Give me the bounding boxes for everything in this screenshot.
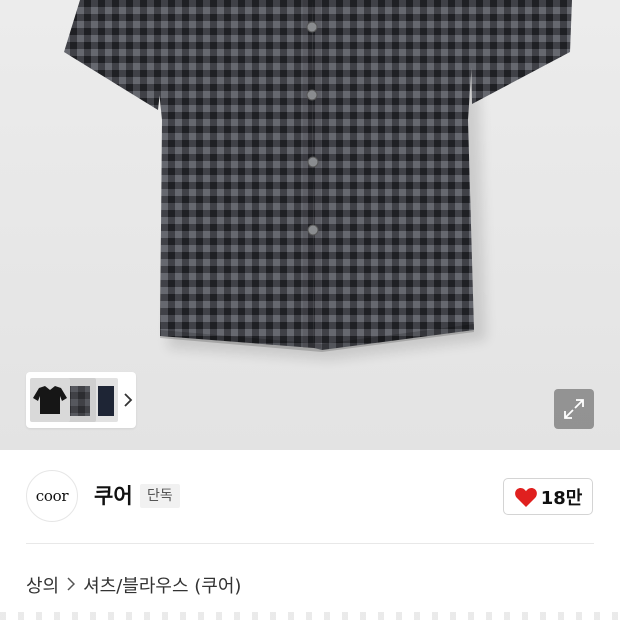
chevron-right-icon <box>67 576 76 595</box>
thumbnail-black-shirt[interactable] <box>30 378 70 422</box>
breadcrumb-item-tops[interactable]: 상의 <box>26 572 59 598</box>
like-count: 18만 <box>540 487 583 509</box>
color-thumbnails[interactable] <box>26 372 136 428</box>
brand-logo[interactable]: coor <box>26 470 78 522</box>
heart-icon <box>514 487 537 507</box>
cutoff-text-row <box>0 612 620 620</box>
exclusive-badge: 단독 <box>140 484 180 508</box>
brand-name[interactable]: 쿠어 <box>94 482 133 510</box>
expand-icon <box>564 399 584 419</box>
product-image[interactable] <box>0 0 620 450</box>
brand-logo-text: coor <box>35 487 69 505</box>
divider <box>26 543 594 544</box>
breadcrumb: 상의 셔츠/블라우스 (쿠어) <box>26 571 241 599</box>
breadcrumb-item-shirts[interactable]: 셔츠/블라우스 (쿠어) <box>83 572 241 598</box>
like-button[interactable]: 18만 <box>503 478 593 515</box>
chevron-right-icon[interactable] <box>121 388 135 412</box>
expand-image-button[interactable] <box>554 389 594 429</box>
